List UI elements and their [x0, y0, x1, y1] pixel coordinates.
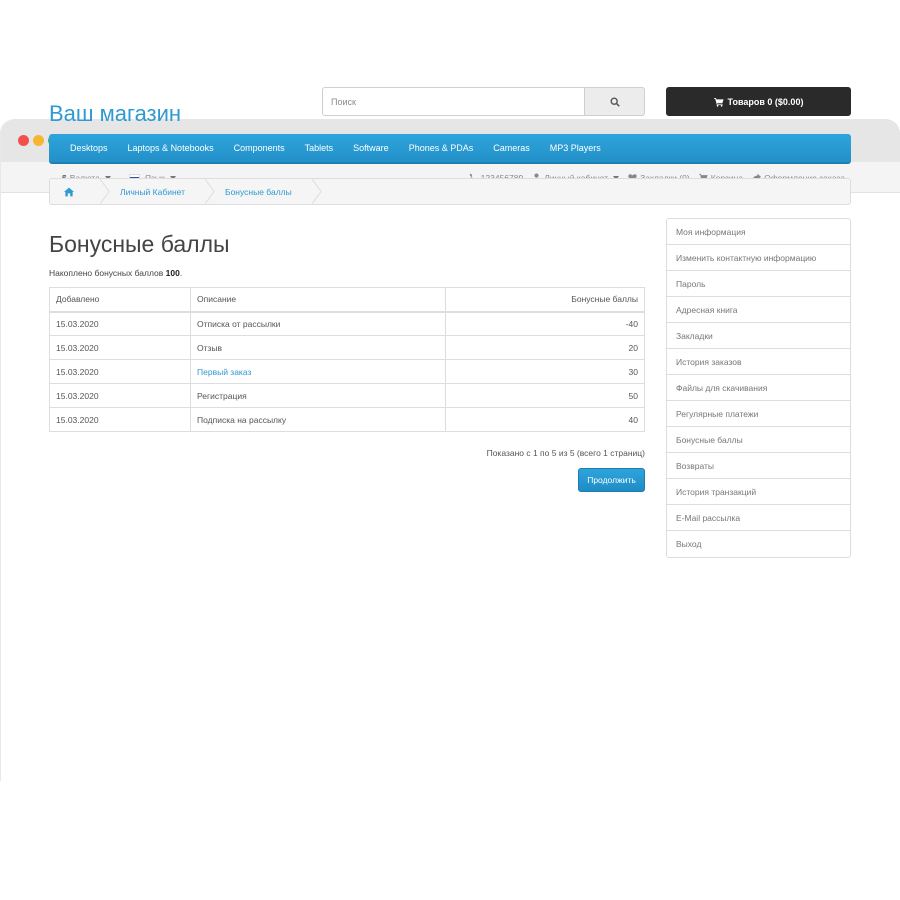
cart-summary-label: Товаров 0 ($0.00): [727, 96, 804, 107]
breadcrumb-reward-points[interactable]: Бонусные баллы: [215, 179, 312, 204]
row-date: 15.03.2020: [49, 311, 191, 336]
first-order-link[interactable]: Первый заказ: [197, 367, 251, 377]
nav-item-laptops[interactable]: Laptops & Notebooks: [118, 143, 224, 153]
column-header-description: Описание: [190, 287, 446, 313]
points-summary: Накоплено бонусных баллов 100.: [49, 268, 182, 278]
search-bar: [322, 87, 645, 116]
row-date: 15.03.2020: [49, 407, 191, 432]
sidebar-item-password[interactable]: Пароль: [667, 271, 850, 297]
row-description-cell: Первый заказ: [190, 359, 446, 384]
breadcrumb-home[interactable]: [50, 179, 100, 204]
table-row: 15.03.2020 Регистрация 50: [49, 383, 645, 408]
sidebar-item-wishlist[interactable]: Закладки: [667, 323, 850, 349]
row-date: 15.03.2020: [49, 335, 191, 360]
breadcrumb-separator: [100, 179, 110, 204]
row-description: Отписка от рассылки: [190, 311, 446, 336]
row-description: Подписка на рассылку: [190, 407, 446, 432]
sidebar-item-reward-points[interactable]: Бонусные баллы: [667, 427, 850, 453]
row-points: 40: [445, 407, 645, 432]
row-points: 30: [445, 359, 645, 384]
reward-points-table: Добавлено Описание Бонусные баллы 15.03.…: [49, 287, 645, 432]
breadcrumb: Личный Кабинет Бонусные баллы: [49, 178, 851, 205]
sidebar-item-recurring[interactable]: Регулярные платежи: [667, 401, 850, 427]
pagination-results: Показано с 1 по 5 из 5 (всего 1 страниц): [486, 448, 645, 458]
store-logo[interactable]: Ваш магазин: [49, 101, 181, 127]
row-description: Регистрация: [190, 383, 446, 408]
nav-item-tablets[interactable]: Tablets: [295, 143, 344, 153]
points-prefix: Накоплено бонусных баллов: [49, 268, 164, 278]
row-date: 15.03.2020: [49, 383, 191, 408]
points-suffix: .: [179, 268, 183, 278]
search-input[interactable]: [322, 87, 584, 116]
table-row: 15.03.2020 Первый заказ 30: [49, 359, 645, 384]
minimize-window-dot[interactable]: [33, 135, 44, 146]
search-icon: [609, 96, 620, 107]
sidebar-item-newsletter[interactable]: E-Mail рассылка: [667, 505, 850, 531]
nav-item-mp3[interactable]: MP3 Players: [540, 143, 611, 153]
nav-item-phones[interactable]: Phones & PDAs: [399, 143, 484, 153]
sidebar-item-logout[interactable]: Выход: [667, 531, 850, 557]
account-sidebar: Моя информация Изменить контактную инфор…: [666, 218, 851, 558]
table-header-row: Добавлено Описание Бонусные баллы: [49, 287, 645, 313]
sidebar-item-edit-contact[interactable]: Изменить контактную информацию: [667, 245, 850, 271]
row-points: 20: [445, 335, 645, 360]
cart-icon: [713, 97, 724, 107]
row-points: 50: [445, 383, 645, 408]
sidebar-item-downloads[interactable]: Файлы для скачивания: [667, 375, 850, 401]
nav-item-desktops[interactable]: Desktops: [60, 143, 118, 153]
table-row: 15.03.2020 Отписка от рассылки -40: [49, 311, 645, 336]
sidebar-item-address-book[interactable]: Адресная книга: [667, 297, 850, 323]
close-window-dot[interactable]: [18, 135, 29, 146]
sidebar-item-returns[interactable]: Возвраты: [667, 453, 850, 479]
table-row: 15.03.2020 Подписка на рассылку 40: [49, 407, 645, 432]
column-header-points: Бонусные баллы: [445, 287, 645, 313]
page-title: Бонусные баллы: [49, 231, 230, 257]
points-total: 100: [165, 268, 180, 278]
breadcrumb-separator: [205, 179, 215, 204]
nav-item-components[interactable]: Components: [224, 143, 295, 153]
sidebar-item-transactions[interactable]: История транзакций: [667, 479, 850, 505]
sidebar-item-my-info[interactable]: Моя информация: [667, 219, 850, 245]
row-description: Отзыв: [190, 335, 446, 360]
home-icon: [64, 187, 74, 196]
cart-summary-button[interactable]: Товаров 0 ($0.00): [666, 87, 851, 116]
breadcrumb-separator: [311, 179, 322, 204]
breadcrumb-account[interactable]: Личный Кабинет: [110, 179, 205, 204]
table-row: 15.03.2020 Отзыв 20: [49, 335, 645, 360]
search-button[interactable]: [584, 87, 645, 116]
row-points: -40: [445, 311, 645, 336]
category-menu: Desktops Laptops & Notebooks Components …: [49, 134, 851, 164]
column-header-date: Добавлено: [49, 287, 191, 313]
sidebar-item-order-history[interactable]: История заказов: [667, 349, 850, 375]
nav-item-software[interactable]: Software: [343, 143, 399, 153]
continue-button[interactable]: Продолжить: [578, 468, 645, 492]
nav-item-cameras[interactable]: Cameras: [483, 143, 540, 153]
row-date: 15.03.2020: [49, 359, 191, 384]
